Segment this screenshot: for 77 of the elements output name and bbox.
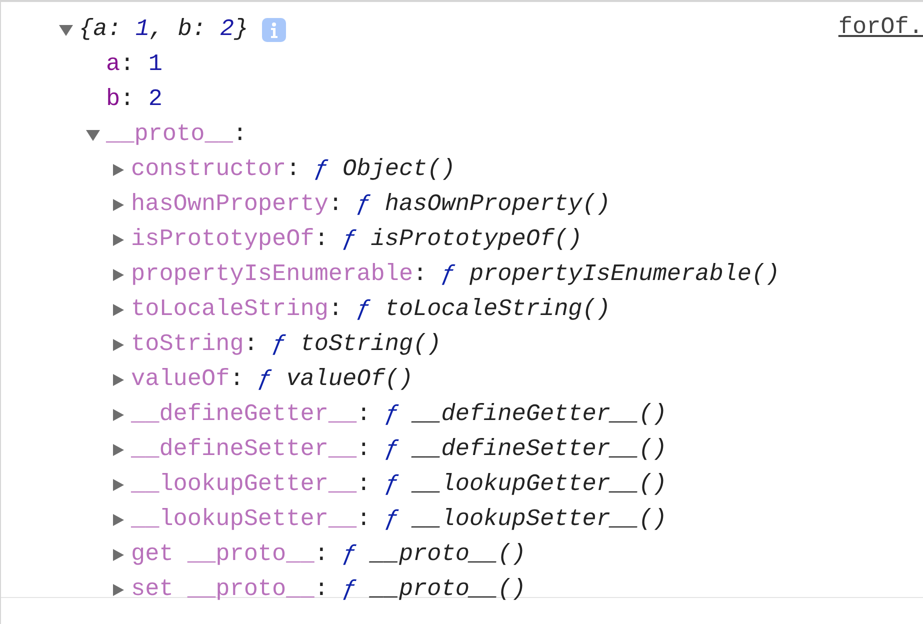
property-key: toLocaleString	[131, 296, 328, 323]
collapse-arrow-icon[interactable]	[111, 444, 125, 456]
function-sign: ƒ	[342, 226, 357, 253]
function-sign: ƒ	[384, 506, 399, 533]
colon: :	[413, 261, 428, 288]
collapse-arrow-icon[interactable]	[111, 338, 125, 350]
property-key: b	[106, 86, 120, 113]
function-value: toString()	[300, 331, 442, 358]
colon: :	[230, 366, 244, 393]
collapse-arrow-icon[interactable]	[111, 408, 125, 420]
collapse-arrow-icon[interactable]	[111, 234, 125, 246]
collapse-arrow-icon[interactable]	[111, 374, 125, 386]
function-sign: ƒ	[356, 191, 371, 218]
function-value: __lookupGetter__()	[413, 471, 667, 498]
expand-arrow-icon[interactable]	[86, 128, 100, 140]
collapse-arrow-icon[interactable]	[111, 584, 125, 596]
function-sign: ƒ	[384, 471, 399, 498]
colon: :	[356, 471, 371, 498]
collapse-arrow-icon[interactable]	[111, 548, 125, 560]
colon: :	[356, 436, 371, 463]
colon: :	[232, 121, 248, 148]
property-key: hasOwnProperty	[131, 191, 328, 218]
function-value: __proto__()	[370, 541, 526, 568]
function-sign: ƒ	[384, 401, 399, 428]
property-key: a	[106, 51, 120, 78]
property-key: get __proto__	[131, 541, 314, 568]
function-value: __proto__()	[370, 576, 526, 603]
function-value: __defineSetter__()	[413, 436, 667, 463]
colon: :	[120, 51, 134, 78]
colon: :	[328, 296, 343, 323]
function-sign: ƒ	[314, 156, 328, 183]
function-sign: ƒ	[342, 541, 357, 568]
collapse-arrow-icon[interactable]	[111, 304, 125, 316]
function-sign: ƒ	[356, 296, 371, 323]
source-link[interactable]: forOf.	[838, 10, 923, 45]
property-value: 1	[148, 51, 162, 78]
property-key: set __proto__	[131, 576, 314, 603]
property-key: valueOf	[131, 366, 230, 393]
property-key: toString	[131, 331, 244, 358]
function-sign: ƒ	[272, 331, 286, 358]
colon: :	[314, 576, 328, 603]
function-sign: ƒ	[342, 576, 357, 603]
function-sign: ƒ	[258, 366, 272, 393]
colon: :	[328, 191, 343, 218]
colon: :	[356, 401, 371, 428]
property-key: isPrototypeOf	[131, 226, 314, 253]
property-key: __lookupGetter__	[131, 471, 357, 498]
property-value: 2	[148, 86, 162, 113]
colon: :	[356, 506, 371, 533]
collapse-arrow-icon[interactable]	[111, 514, 125, 526]
expand-arrow-icon[interactable]	[59, 24, 73, 36]
function-value: isPrototypeOf()	[370, 226, 582, 253]
colon: :	[244, 331, 258, 358]
property-key: constructor	[131, 156, 286, 183]
collapse-arrow-icon[interactable]	[111, 478, 125, 490]
function-value: valueOf()	[286, 366, 414, 393]
function-sign: ƒ	[441, 261, 456, 288]
object-preview: {a: 1, b: 2}	[79, 16, 248, 43]
function-value: __lookupSetter__()	[413, 506, 667, 533]
function-value: hasOwnProperty()	[384, 191, 610, 218]
function-sign: ƒ	[384, 436, 399, 463]
property-key: __lookupSetter__	[131, 506, 357, 533]
function-value: __defineGetter__()	[413, 401, 667, 428]
collapse-arrow-icon[interactable]	[111, 164, 125, 176]
collapse-arrow-icon[interactable]	[111, 198, 125, 210]
property-key: __proto__	[106, 121, 233, 148]
property-key: propertyIsEnumerable	[131, 261, 414, 288]
colon: :	[286, 156, 300, 183]
function-value: Object()	[342, 156, 456, 183]
colon: :	[314, 541, 328, 568]
colon: :	[314, 226, 328, 253]
function-value: propertyIsEnumerable()	[469, 261, 780, 288]
collapse-arrow-icon[interactable]	[111, 268, 125, 280]
colon: :	[120, 86, 134, 113]
function-value: toLocaleString()	[384, 296, 610, 323]
property-key: __defineSetter__	[131, 436, 357, 463]
property-key: __defineGetter__	[131, 401, 357, 428]
